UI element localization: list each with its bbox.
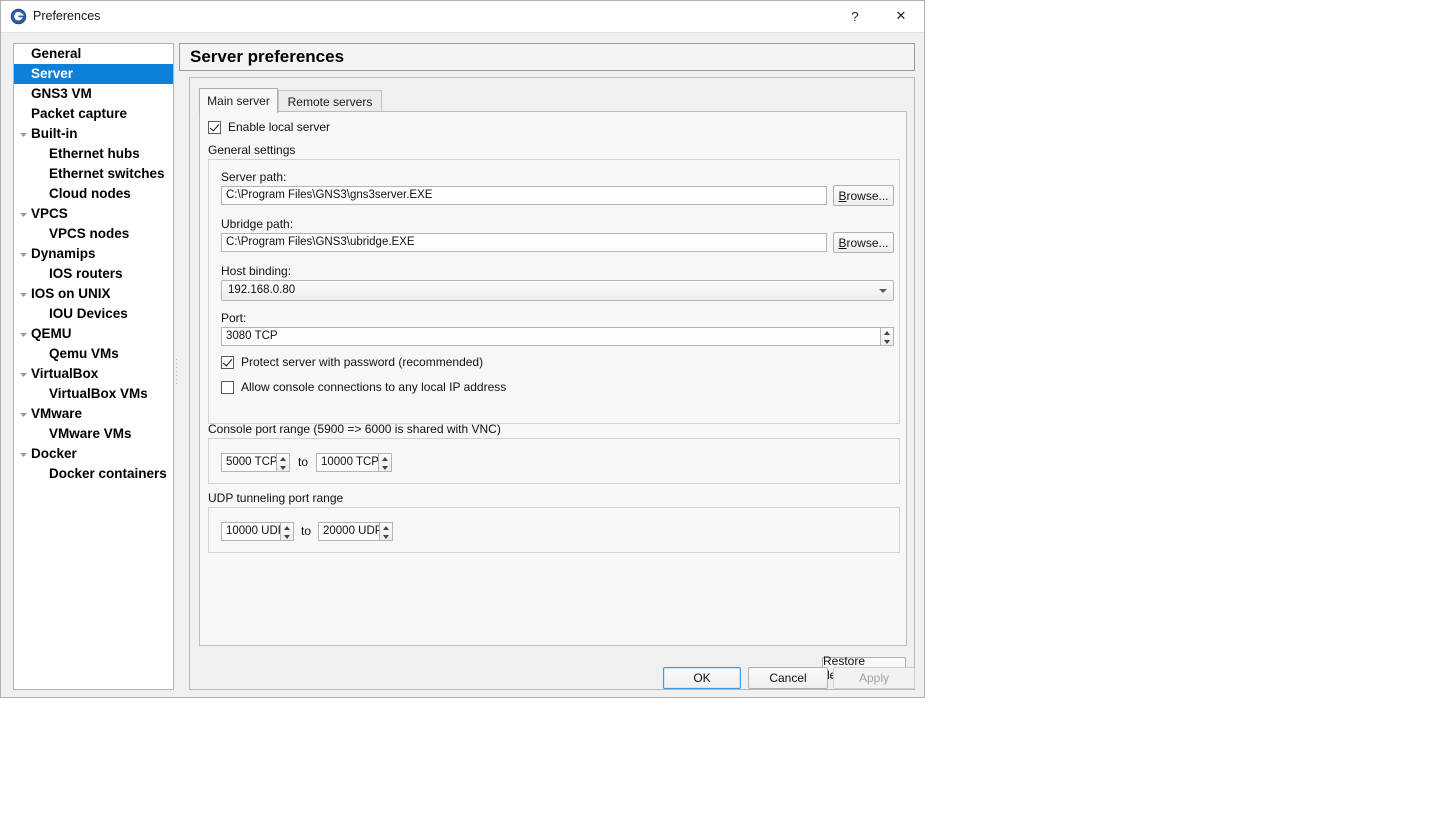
cancel-label: Cancel [769,671,807,685]
ok-button[interactable]: OK [663,667,741,689]
cancel-button[interactable]: Cancel [748,667,828,689]
close-icon[interactable]: ✕ [878,1,924,31]
ok-label: OK [693,671,711,685]
apply-label: Apply [858,671,890,685]
dialog-button-bar: OK Cancel Apply [1,32,924,697]
title-bar: Preferences ? ✕ [1,1,924,33]
dialog-content: General Server GNS3 VM Packet capture Built-… [1,32,924,697]
window-title: Preferences [33,9,101,23]
tab-main-server[interactable]: Main server [199,88,278,113]
preferences-dialog: Preferences ? ✕ General Server GNS3 VM Pack… [0,0,925,698]
tab-main-server-label: Main server [207,94,270,108]
apply-button: Apply [833,667,915,689]
gns3-logo-icon [10,8,27,25]
help-button[interactable]: ? [832,1,878,31]
